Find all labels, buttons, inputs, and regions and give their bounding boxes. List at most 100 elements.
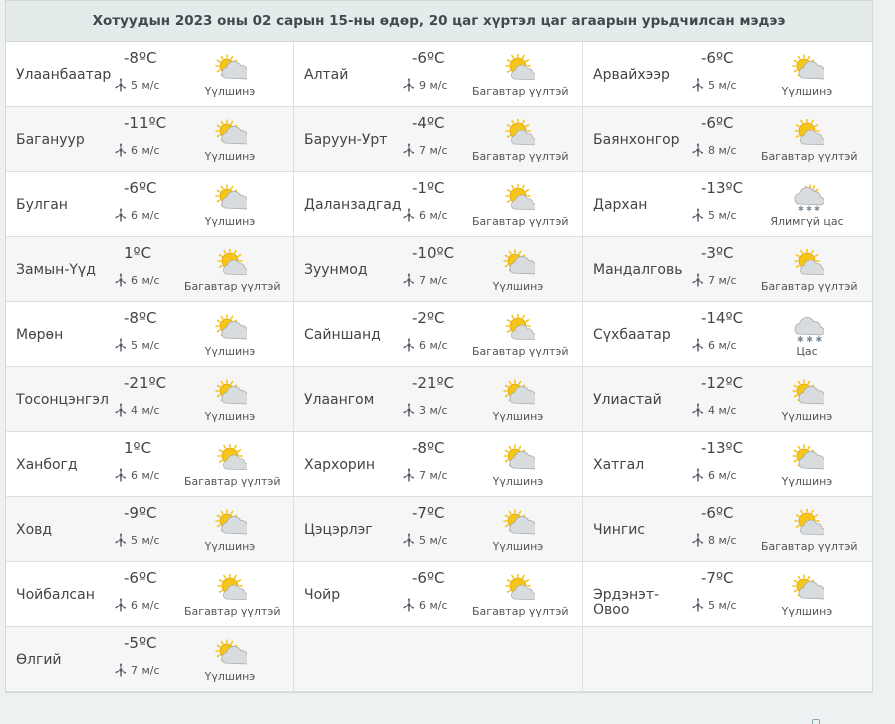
wind-speed-value: 9 м/с xyxy=(419,78,448,92)
wind-speed-value: 5 м/с xyxy=(131,533,160,547)
weather-condition: Үүлшинэ xyxy=(204,150,256,163)
wind-speed: 6 м/с xyxy=(114,468,160,482)
city-name: Дархан xyxy=(593,197,648,213)
wind-speed: 5 м/с xyxy=(691,78,737,92)
weather-condition: Үүлшинэ xyxy=(781,475,833,488)
city-cell: Мандалговь -3ºC 7 м/с Багавтар үүлтэй xyxy=(583,237,872,302)
wind-turbine-icon xyxy=(403,208,415,222)
partly-cloudy-icon xyxy=(503,509,535,535)
weather-condition: Үүлшинэ xyxy=(492,540,544,553)
city-cell: Чингис -6ºC 8 м/с Багавтар үүлтэй xyxy=(583,497,872,562)
city-name: Арвайхээр xyxy=(593,67,670,83)
weather-condition: Багавтар үүлтэй xyxy=(472,605,569,618)
wind-speed-value: 4 м/с xyxy=(708,403,737,417)
wind-speed: 5 м/с xyxy=(691,208,737,222)
wind-speed-value: 6 м/с xyxy=(419,598,448,612)
city-cell: Улаангом -21ºC 3 м/с Үүлшинэ xyxy=(294,367,583,432)
city-name: Булган xyxy=(16,197,68,213)
forecast-panel: Хотуудын 2023 оны 02 сарын 15-ны өдөр, 2… xyxy=(5,0,873,693)
wind-speed-value: 7 м/с xyxy=(131,663,160,677)
wind-turbine-icon xyxy=(403,598,415,612)
wind-speed-value: 7 м/с xyxy=(419,273,448,287)
city-name: Тосонцэнгэл xyxy=(16,392,109,408)
wind-speed-value: 7 м/с xyxy=(708,273,737,287)
city-name: Хатгал xyxy=(593,457,645,473)
city-cell: Булган -6ºC 6 м/с Үүлшинэ xyxy=(6,172,294,237)
wind-speed-value: 8 м/с xyxy=(708,143,737,157)
mostly-sunny-icon xyxy=(794,249,824,276)
wind-speed-value: 5 м/с xyxy=(708,78,737,92)
wind-speed-value: 3 м/с xyxy=(419,403,448,417)
wind-speed-value: 6 м/с xyxy=(131,208,160,222)
partly-cloudy-icon xyxy=(503,379,535,405)
city-name: Өлгий xyxy=(16,652,62,668)
wind-turbine-icon xyxy=(115,208,127,222)
mostly-sunny-icon xyxy=(505,184,535,211)
temperature: -21ºC xyxy=(124,374,167,392)
weather-condition: Багавтар үүлтэй xyxy=(761,150,858,163)
wind-speed: 6 м/с xyxy=(114,208,160,222)
wind-speed: 6 м/с xyxy=(691,468,737,482)
wind-speed: 6 м/с xyxy=(402,598,448,612)
temperature: -12ºC xyxy=(701,374,744,392)
weather-condition: Үүлшинэ xyxy=(204,85,256,98)
temperature: -3ºC xyxy=(701,244,734,262)
partly-cloudy-icon xyxy=(215,119,247,145)
city-cell: Чойр -6ºC 6 м/с Багавтар үүлтэй xyxy=(294,562,583,627)
city-cell: Чойбалсан -6ºC 6 м/с Багавтар үүлтэй xyxy=(6,562,294,627)
wind-speed: 5 м/с xyxy=(114,533,160,547)
wind-turbine-icon xyxy=(403,273,415,287)
wind-speed-value: 6 м/с xyxy=(708,468,737,482)
mostly-sunny-icon xyxy=(505,119,535,146)
wind-speed: 6 м/с xyxy=(114,598,160,612)
city-cell: Өлгий -5ºC 7 м/с Үүлшинэ xyxy=(6,627,294,692)
temperature: -6ºC xyxy=(701,504,734,522)
wind-turbine-icon xyxy=(115,598,127,612)
city-cell: Хатгал -13ºC 6 м/с Үүлшинэ xyxy=(583,432,872,497)
wind-speed-value: 8 м/с xyxy=(708,533,737,547)
city-name: Сүхбаатар xyxy=(593,327,671,343)
weather-condition: Ялимгүй цас xyxy=(770,215,844,228)
partly-cloudy-icon xyxy=(215,639,247,665)
wind-turbine-icon xyxy=(403,78,415,92)
city-name: Даланзадгад xyxy=(304,197,402,213)
wind-turbine-icon xyxy=(692,208,704,222)
city-name: Замын-Үүд xyxy=(16,262,96,278)
weather-condition: Үүлшинэ xyxy=(204,670,256,683)
wind-speed-value: 6 м/с xyxy=(131,273,160,287)
wind-speed: 9 м/с xyxy=(402,78,448,92)
empty-cell xyxy=(583,627,872,692)
scroll-indicator-icon[interactable] xyxy=(812,719,820,724)
weather-condition: Үүлшинэ xyxy=(204,345,256,358)
city-cell: Баянхонгор -6ºC 8 м/с Багавтар үүлтэй xyxy=(583,107,872,172)
wind-turbine-icon xyxy=(403,468,415,482)
wind-turbine-icon xyxy=(115,533,127,547)
temperature: -6ºC xyxy=(124,569,157,587)
city-cell: Ханбогд 1ºC 6 м/с Багавтар үүлтэй xyxy=(6,432,294,497)
wind-turbine-icon xyxy=(692,143,704,157)
weather-condition: Үүлшинэ xyxy=(781,410,833,423)
temperature: -9ºC xyxy=(124,504,157,522)
city-cell: Цэцэрлэг -7ºC 5 м/с Үүлшинэ xyxy=(294,497,583,562)
city-name: Чойр xyxy=(304,587,341,603)
wind-turbine-icon xyxy=(692,403,704,417)
city-name: Хархорин xyxy=(304,457,376,473)
wind-turbine-icon xyxy=(692,338,704,352)
city-name: Мандалговь xyxy=(593,262,683,278)
weather-condition: Багавтар үүлтэй xyxy=(472,85,569,98)
city-cell: Замын-Үүд 1ºC 6 м/с Багавтар үүлтэй xyxy=(6,237,294,302)
city-name: Улаангом xyxy=(304,392,375,408)
temperature: -4ºC xyxy=(412,114,445,132)
temperature: -7ºC xyxy=(412,504,445,522)
temperature: -2ºC xyxy=(412,309,445,327)
partly-cloudy-icon xyxy=(215,314,247,340)
city-cell: Тосонцэнгэл -21ºC 4 м/с Үүлшинэ xyxy=(6,367,294,432)
weather-condition: Үүлшинэ xyxy=(204,215,256,228)
temperature: -6ºC xyxy=(701,49,734,67)
weather-condition: Үүлшинэ xyxy=(204,540,256,553)
weather-condition: Үүлшинэ xyxy=(492,280,544,293)
wind-speed-value: 6 м/с xyxy=(131,598,160,612)
weather-condition: Цас xyxy=(796,345,818,358)
city-cell: Баруун-Урт -4ºC 7 м/с Багавтар үүлтэй xyxy=(294,107,583,172)
wind-turbine-icon xyxy=(692,78,704,92)
